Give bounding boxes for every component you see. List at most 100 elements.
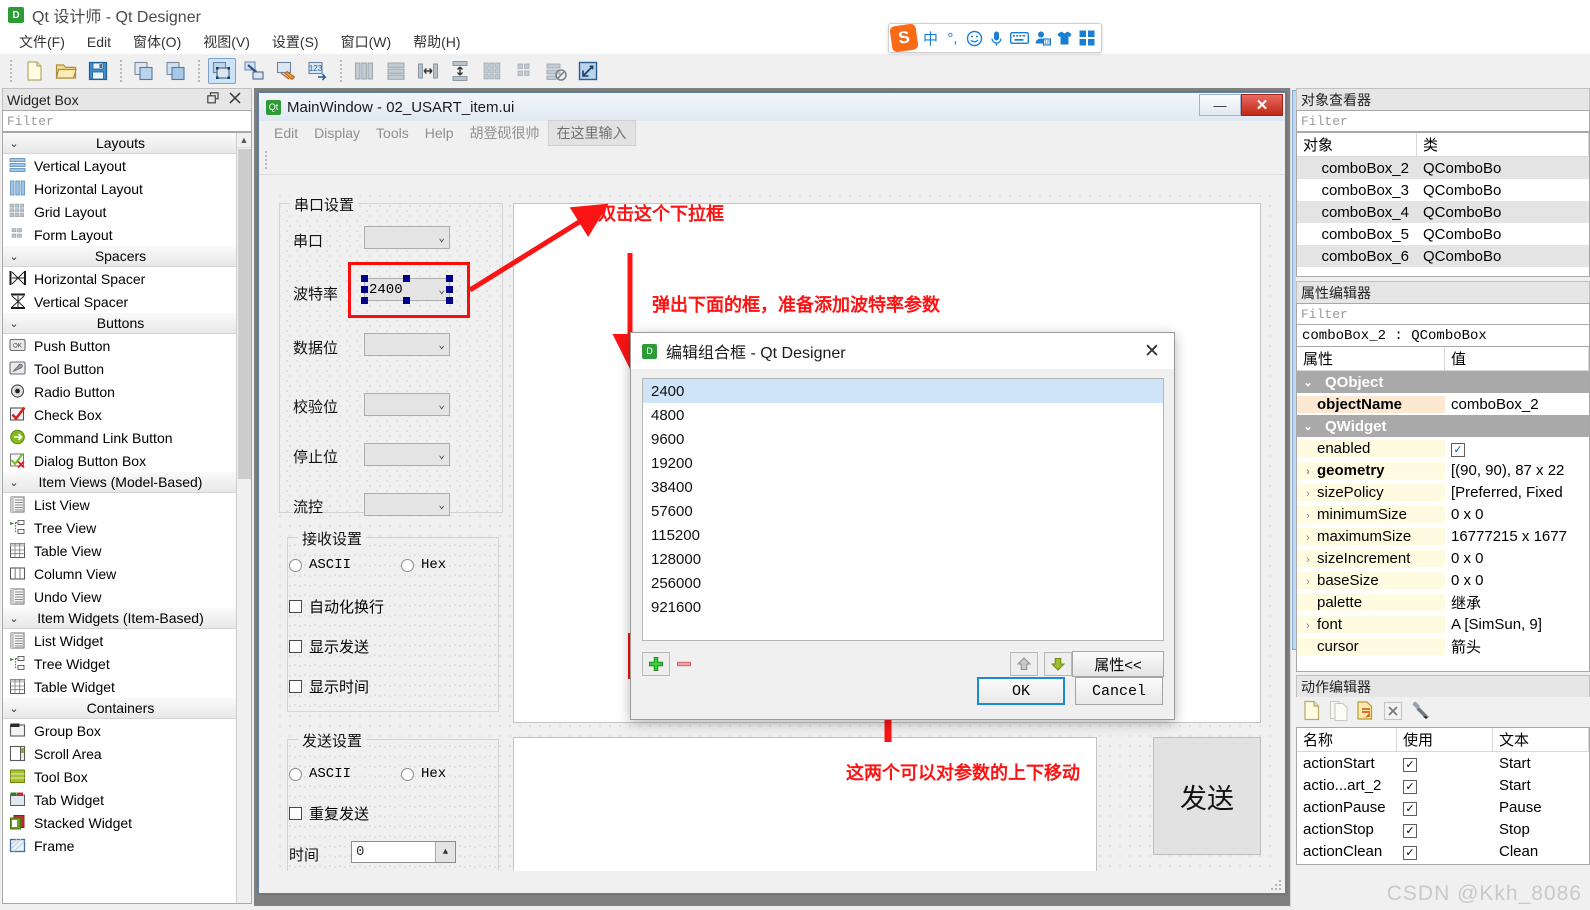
resize-handle-w[interactable] bbox=[361, 286, 368, 293]
scroll-thumb[interactable] bbox=[238, 149, 251, 479]
col-property[interactable]: 属性 bbox=[1297, 347, 1445, 370]
resize-handle-n[interactable] bbox=[403, 275, 410, 282]
widget-item-radio-button[interactable]: Radio Button bbox=[3, 380, 238, 403]
widget-category-item-widgets-item-based[interactable]: ⌄Item Widgets (Item-Based) bbox=[3, 608, 238, 629]
expand-arrow-icon[interactable]: › bbox=[1303, 506, 1313, 523]
edit-action-icon[interactable] bbox=[1356, 700, 1376, 724]
close-icon[interactable] bbox=[229, 92, 241, 107]
copy-icon[interactable] bbox=[130, 58, 158, 84]
expand-arrow-icon[interactable]: › bbox=[1303, 484, 1313, 501]
edit-signals-icon[interactable] bbox=[240, 58, 268, 84]
widget-category-item-views-model-based[interactable]: ⌄Item Views (Model-Based) bbox=[3, 472, 238, 493]
property-row[interactable]: cursor箭头 bbox=[1297, 635, 1589, 657]
widget-item-table-view[interactable]: Table View bbox=[3, 539, 238, 562]
resize-handle-ne[interactable] bbox=[446, 275, 453, 282]
check-show-time[interactable]: 显示时间 bbox=[289, 676, 369, 697]
property-row[interactable]: ›baseSize0 x 0 bbox=[1297, 569, 1589, 591]
mdi-minimize-button[interactable]: — bbox=[1199, 94, 1241, 116]
action-row[interactable]: actio...art_2✓Start bbox=[1297, 774, 1589, 796]
col-object[interactable]: 对象 bbox=[1297, 133, 1417, 156]
action-used-cell[interactable]: ✓ bbox=[1397, 777, 1493, 794]
property-value-cell[interactable]: 0 x 0 bbox=[1445, 572, 1589, 589]
property-value-cell[interactable]: 16777215 x 1677 bbox=[1445, 528, 1589, 545]
property-value-cell[interactable]: [Preferred, Fixed bbox=[1445, 484, 1589, 501]
widget-item-grid-layout[interactable]: Grid Layout bbox=[3, 200, 238, 223]
radio-send-hex[interactable]: Hex bbox=[401, 766, 446, 782]
property-row[interactable]: ›geometry[(90, 90), 87 x 22 bbox=[1297, 459, 1589, 481]
widget-item-group-box[interactable]: Group Box bbox=[3, 719, 238, 742]
menu-help[interactable]: 帮助(H) bbox=[402, 30, 471, 54]
layout-splitter-v-icon[interactable] bbox=[446, 58, 474, 84]
table-row[interactable]: comboBox_4QComboBo bbox=[1297, 201, 1589, 223]
restore-icon[interactable] bbox=[207, 92, 219, 107]
widget-item-push-button[interactable]: OKPush Button bbox=[3, 334, 238, 357]
property-value-cell[interactable]: 0 x 0 bbox=[1445, 506, 1589, 523]
col-value[interactable]: 值 bbox=[1445, 347, 1589, 370]
edit-buddies-icon[interactable] bbox=[272, 58, 300, 84]
open-folder-icon[interactable] bbox=[52, 58, 80, 84]
combobox-item[interactable]: 9600 bbox=[643, 427, 1163, 451]
resize-handle-e[interactable] bbox=[446, 286, 453, 293]
property-group-row[interactable]: ⌄QWidget bbox=[1297, 415, 1589, 437]
widget-category-containers[interactable]: ⌄Containers bbox=[3, 698, 238, 719]
dialog-cancel-button[interactable]: Cancel bbox=[1075, 677, 1163, 705]
widget-item-undo-view[interactable]: Undo View bbox=[3, 585, 238, 608]
action-row[interactable]: actionStop✓Stop bbox=[1297, 818, 1589, 840]
ime-punctuation-icon[interactable]: °, bbox=[944, 27, 961, 49]
resize-handle-nw[interactable] bbox=[361, 275, 368, 282]
radio-send-ascii[interactable]: ASCII bbox=[289, 766, 351, 782]
spinner-up-icon[interactable]: ▲ bbox=[435, 842, 455, 862]
property-row[interactable]: ›maximumSize16777215 x 1677 bbox=[1297, 525, 1589, 547]
col-name[interactable]: 名称 bbox=[1297, 728, 1397, 751]
property-group-row[interactable]: ⌄QObject bbox=[1297, 371, 1589, 393]
property-value-cell[interactable]: [(90, 90), 87 x 22 bbox=[1445, 462, 1589, 479]
action-used-cell[interactable]: ✓ bbox=[1397, 821, 1493, 838]
property-value-cell[interactable]: 继承 bbox=[1445, 592, 1589, 613]
widget-item-vertical-spacer[interactable]: Vertical Spacer bbox=[3, 290, 238, 313]
menu-form[interactable]: 窗体(O) bbox=[122, 30, 192, 54]
widget-item-horizontal-spacer[interactable]: Horizontal Spacer bbox=[3, 267, 238, 290]
form-menu-new-placeholder[interactable]: 在这里输入 bbox=[548, 120, 636, 146]
table-row[interactable]: comboBox_2QComboBo bbox=[1297, 157, 1589, 179]
ime-mode-chinese-icon[interactable]: 中 bbox=[922, 27, 939, 49]
move-item-down-button[interactable] bbox=[1044, 652, 1072, 676]
combobox-item[interactable]: 4800 bbox=[643, 403, 1163, 427]
layout-grid-icon[interactable] bbox=[478, 58, 506, 84]
combo-data-bits[interactable]: ⌄ bbox=[364, 333, 450, 356]
expand-arrow-icon[interactable]: › bbox=[1303, 550, 1313, 567]
property-row[interactable]: palette继承 bbox=[1297, 591, 1589, 613]
resize-handle-sw[interactable] bbox=[361, 297, 368, 304]
property-row[interactable]: ›fontA [SimSun, 9] bbox=[1297, 613, 1589, 635]
ime-voice-icon[interactable] bbox=[988, 27, 1005, 49]
object-inspector-filter-input[interactable]: Filter bbox=[1296, 110, 1590, 132]
widget-item-check-box[interactable]: Check Box bbox=[3, 403, 238, 426]
action-used-cell[interactable]: ✓ bbox=[1397, 799, 1493, 816]
radio-recv-hex[interactable]: Hex bbox=[401, 557, 446, 573]
send-button[interactable]: 发送 bbox=[1153, 737, 1261, 855]
widget-item-form-layout[interactable]: Form Layout bbox=[3, 223, 238, 246]
widget-item-vertical-layout[interactable]: Vertical Layout bbox=[3, 154, 238, 177]
form-menu-help[interactable]: Help bbox=[417, 123, 462, 143]
widget-item-horizontal-layout[interactable]: Horizontal Layout bbox=[3, 177, 238, 200]
widget-item-tool-box[interactable]: Tool Box bbox=[3, 765, 238, 788]
widget-item-scroll-area[interactable]: Scroll Area bbox=[3, 742, 238, 765]
layout-horizontal-icon[interactable] bbox=[350, 58, 378, 84]
add-item-button[interactable] bbox=[642, 652, 670, 676]
expand-arrow-icon[interactable]: › bbox=[1303, 572, 1313, 589]
combobox-item[interactable]: 921600 bbox=[643, 595, 1163, 619]
new-file-icon[interactable] bbox=[20, 58, 48, 84]
widget-item-stacked-widget[interactable]: Stacked Widget bbox=[3, 811, 238, 834]
layout-form-icon[interactable] bbox=[510, 58, 538, 84]
save-icon[interactable] bbox=[84, 58, 112, 84]
menu-settings[interactable]: 设置(S) bbox=[261, 30, 330, 54]
widget-item-list-widget[interactable]: List Widget bbox=[3, 629, 238, 652]
widget-item-frame[interactable]: Frame bbox=[3, 834, 238, 857]
property-value-cell[interactable]: ✓ bbox=[1445, 440, 1589, 457]
ime-toolbar[interactable]: S 中 °, 18 bbox=[888, 23, 1102, 53]
combo-serial-port[interactable]: ⌄ bbox=[364, 226, 450, 249]
ime-account-icon[interactable]: 18 bbox=[1034, 27, 1051, 49]
widget-item-tree-view[interactable]: Tree View bbox=[3, 516, 238, 539]
sogou-logo-icon[interactable]: S bbox=[889, 23, 918, 52]
combo-stop-bits[interactable]: ⌄ bbox=[364, 443, 450, 466]
resize-handle-se[interactable] bbox=[446, 297, 453, 304]
